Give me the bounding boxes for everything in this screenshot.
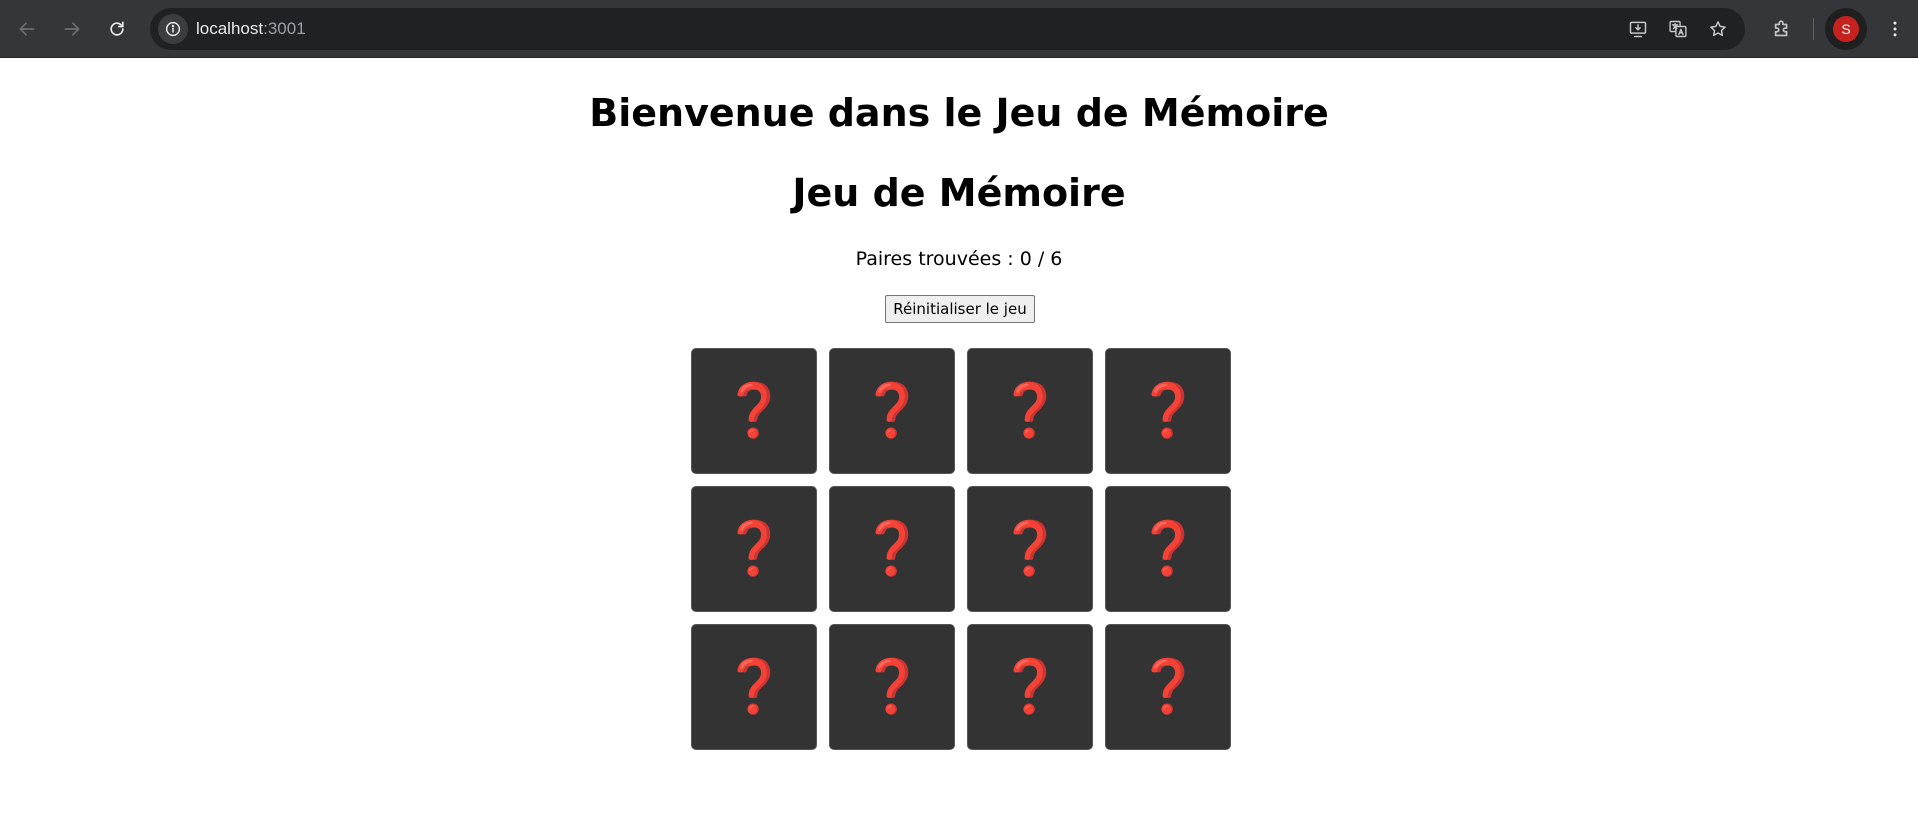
site-info-button[interactable] xyxy=(158,14,188,44)
question-mark-icon: ❓ xyxy=(997,657,1063,717)
reset-game-button[interactable]: Réinitialiser le jeu xyxy=(885,295,1035,323)
memory-card[interactable]: ❓ xyxy=(691,348,817,474)
question-mark-icon: ❓ xyxy=(721,519,787,579)
kebab-menu-icon xyxy=(1893,21,1897,37)
question-mark-icon: ❓ xyxy=(859,657,925,717)
memory-card[interactable]: ❓ xyxy=(967,348,1093,474)
welcome-heading: Bienvenue dans le Jeu de Mémoire xyxy=(589,91,1329,135)
toolbar-divider xyxy=(1813,18,1814,40)
card-grid: ❓ ❓ ❓ ❓ ❓ ❓ ❓ ❓ ❓ ❓ ❓ ❓ xyxy=(691,348,1231,750)
profile-button[interactable]: S xyxy=(1825,8,1867,50)
memory-card[interactable]: ❓ xyxy=(691,486,817,612)
memory-card[interactable]: ❓ xyxy=(829,624,955,750)
forward-button[interactable] xyxy=(54,11,90,47)
pairs-found-counter: Paires trouvées : 0 / 6 xyxy=(855,248,1063,270)
question-mark-icon: ❓ xyxy=(721,657,787,717)
page-content: Bienvenue dans le Jeu de Mémoire Jeu de … xyxy=(0,59,1918,816)
question-mark-icon: ❓ xyxy=(997,519,1063,579)
question-mark-icon: ❓ xyxy=(1135,381,1201,441)
memory-card[interactable]: ❓ xyxy=(1105,624,1231,750)
back-button[interactable] xyxy=(9,11,45,47)
memory-card[interactable]: ❓ xyxy=(967,624,1093,750)
install-app-icon xyxy=(1629,21,1647,38)
browser-toolbar: localhost:3001 S xyxy=(0,0,1918,58)
memory-card[interactable]: ❓ xyxy=(967,486,1093,612)
question-mark-icon: ❓ xyxy=(1135,657,1201,717)
arrow-left-icon xyxy=(19,22,35,36)
url-host: localhost xyxy=(196,19,264,38)
reload-button[interactable] xyxy=(99,11,135,47)
memory-card[interactable]: ❓ xyxy=(1105,486,1231,612)
memory-card[interactable]: ❓ xyxy=(829,348,955,474)
star-icon xyxy=(1710,21,1726,37)
reload-icon xyxy=(110,21,124,36)
memory-card[interactable]: ❓ xyxy=(829,486,955,612)
url-text[interactable]: localhost:3001 xyxy=(196,8,306,50)
game-title: Jeu de Mémoire xyxy=(792,171,1126,215)
memory-card[interactable]: ❓ xyxy=(1105,348,1231,474)
info-icon xyxy=(165,21,181,37)
memory-card[interactable]: ❓ xyxy=(691,624,817,750)
url-port: :3001 xyxy=(263,19,306,38)
translate-button[interactable] xyxy=(1663,14,1693,44)
question-mark-icon: ❓ xyxy=(721,381,787,441)
browser-menu-button[interactable] xyxy=(1877,11,1913,47)
question-mark-icon: ❓ xyxy=(859,519,925,579)
question-mark-icon: ❓ xyxy=(997,381,1063,441)
puzzle-icon xyxy=(1774,20,1788,37)
extensions-button[interactable] xyxy=(1764,11,1800,47)
question-mark-icon: ❓ xyxy=(859,381,925,441)
bookmark-button[interactable] xyxy=(1703,14,1733,44)
translate-icon xyxy=(1669,20,1687,38)
avatar: S xyxy=(1833,16,1859,42)
install-app-button[interactable] xyxy=(1623,14,1653,44)
question-mark-icon: ❓ xyxy=(1135,519,1201,579)
arrow-right-icon xyxy=(64,22,80,36)
address-bar[interactable]: localhost:3001 xyxy=(150,8,1745,50)
